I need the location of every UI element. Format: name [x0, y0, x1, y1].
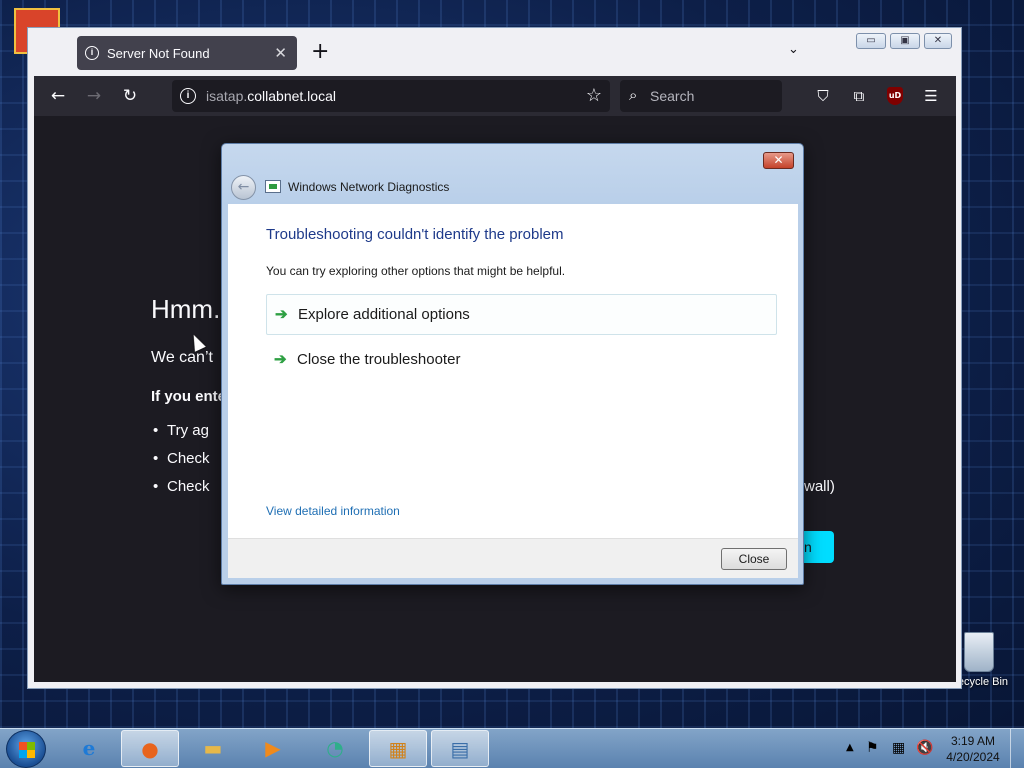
green-arrow-icon: ➔ — [274, 351, 287, 368]
error-message: We can’t — [151, 349, 213, 366]
clock-time: 3:19 AM — [950, 734, 996, 748]
action-center-flag-icon[interactable]: ⚑ — [866, 740, 879, 756]
option-label: Explore additional options — [298, 306, 470, 323]
error-heading: Hmm. — [151, 294, 221, 324]
taskbar-firefox[interactable]: ● — [121, 730, 179, 767]
option-label: Close the troubleshooter — [297, 351, 461, 368]
dialog-body: Troubleshooting couldn't identify the pr… — [228, 204, 798, 538]
view-detailed-information-link[interactable]: View detailed information — [266, 504, 400, 518]
show-hidden-icons-icon[interactable]: ▲ — [846, 742, 854, 753]
dialog-title: Windows Network Diagnostics — [288, 180, 450, 194]
extensions-icon[interactable]: ⧉ — [848, 85, 870, 107]
error-bullet: Check — [153, 478, 209, 495]
taskbar-internet-explorer[interactable]: e — [60, 730, 118, 767]
clock-date: 4/20/2024 — [946, 750, 1000, 764]
close-button[interactable]: Close — [721, 548, 787, 570]
search-icon: ⌕ — [629, 87, 638, 104]
window-close-button[interactable]: ✕ — [924, 33, 952, 49]
nav-toolbar: ← → ↻ i isatap.collabnet.local ☆ ⌕ Searc… — [34, 76, 956, 116]
error-instructions: If you ente — [151, 388, 227, 405]
info-icon: i — [85, 46, 99, 60]
tab-close-button[interactable]: ✕ — [274, 44, 287, 62]
pocket-icon[interactable]: ⛉ — [812, 85, 834, 107]
volume-muted-icon[interactable]: 🔇 — [916, 740, 933, 756]
list-all-tabs-button[interactable]: ⌄ — [788, 42, 799, 57]
option-close-troubleshooter[interactable]: ➔ Close the troubleshooter — [266, 340, 777, 381]
clock[interactable]: 3:19 AM 4/20/2024 — [938, 733, 1008, 765]
error-bullet-tail: wall) — [804, 478, 835, 495]
maximize-button[interactable]: ▣ — [890, 33, 920, 49]
error-bullet: Try ag — [153, 422, 209, 439]
url-text[interactable]: isatap.collabnet.local — [206, 88, 336, 104]
url-bar[interactable]: i isatap.collabnet.local ☆ — [172, 80, 610, 112]
reload-button[interactable]: ↻ — [118, 84, 142, 108]
menu-hamburger-icon[interactable]: ☰ — [920, 85, 942, 107]
url-subdomain: isatap. — [206, 88, 248, 104]
option-explore-additional[interactable]: ➔ Explore additional options — [266, 294, 777, 335]
taskbar-control-panel[interactable]: ▦ — [369, 730, 427, 767]
network-icon[interactable]: ▦ — [892, 740, 905, 756]
dialog-subtext: You can try exploring other options that… — [266, 264, 566, 278]
back-button[interactable]: ← — [46, 84, 70, 108]
minimize-button[interactable]: ▭ — [856, 33, 886, 49]
tab-title: Server Not Found — [107, 46, 210, 61]
bookmark-star-icon[interactable]: ☆ — [586, 85, 602, 106]
error-bullet: Check — [153, 450, 209, 467]
search-placeholder: Search — [650, 88, 695, 104]
dialog-close-x-button[interactable]: ✕ — [763, 152, 794, 169]
back-arrow-icon[interactable]: ← — [231, 175, 256, 200]
network-diagnostics-icon — [265, 180, 281, 193]
url-domain: collabnet.local — [247, 88, 336, 104]
search-input[interactable]: ⌕ Search — [620, 80, 782, 112]
dialog-footer: Close — [228, 538, 798, 578]
taskbar-network-diagnostics[interactable]: ▤ — [431, 730, 489, 767]
new-tab-button[interactable]: + — [311, 40, 329, 64]
start-button[interactable] — [6, 730, 46, 768]
forward-button[interactable]: → — [82, 84, 106, 108]
recycle-bin-icon — [964, 632, 994, 672]
tab-bar: i Server Not Found ✕ + ⌄ ▭ ▣ ✕ — [28, 28, 961, 76]
ublock-origin-icon[interactable]: uD — [887, 87, 903, 105]
dialog-heading: Troubleshooting couldn't identify the pr… — [266, 226, 564, 243]
network-diagnostics-dialog: ✕ ← Windows Network Diagnostics Troubles… — [221, 143, 804, 585]
show-desktop-button[interactable] — [1010, 729, 1024, 768]
taskbar-media-player[interactable]: ▶ — [244, 730, 302, 767]
taskbar: e ● ▬ ▶ ◔ ▦ ▤ ▲ ⚑ ▦ 🔇 3:19 AM 4/20/2024 — [0, 728, 1024, 768]
green-arrow-icon: ➔ — [275, 306, 288, 323]
site-info-icon[interactable]: i — [180, 88, 196, 104]
tab-server-not-found[interactable]: i Server Not Found ✕ — [77, 36, 297, 70]
taskbar-app-circle[interactable]: ◔ — [306, 730, 364, 767]
taskbar-file-explorer[interactable]: ▬ — [184, 730, 242, 767]
